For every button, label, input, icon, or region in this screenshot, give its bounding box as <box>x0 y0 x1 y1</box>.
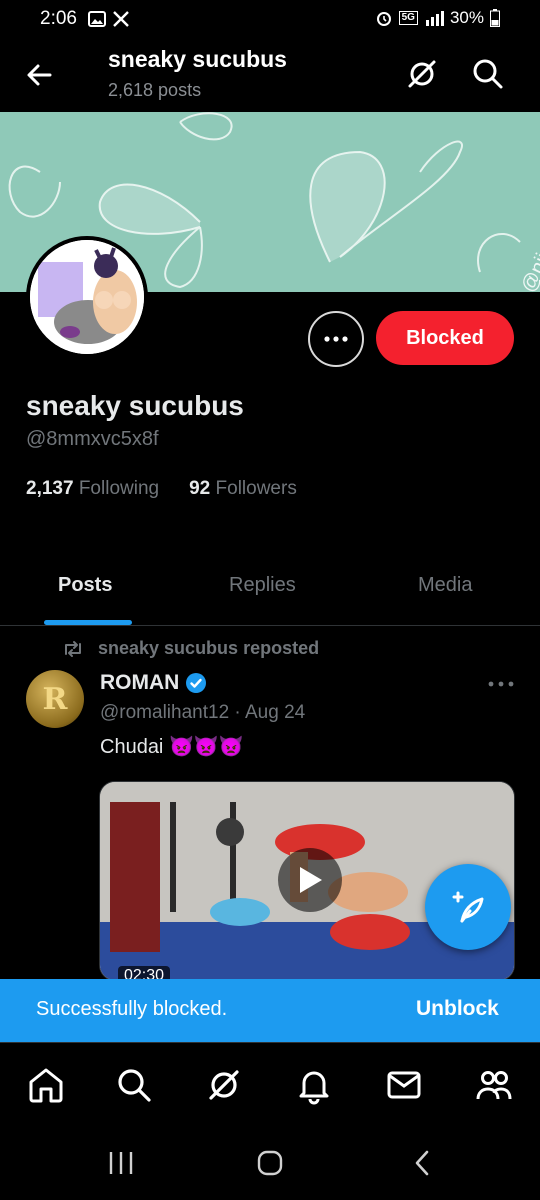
x-logo-icon <box>113 11 129 27</box>
post-more-icon[interactable] <box>486 674 516 694</box>
profile-avatar[interactable] <box>26 236 148 358</box>
status-right: 5G 30% <box>375 8 500 28</box>
repost-text: sneaky sucubus reposted <box>98 638 320 658</box>
messages-icon[interactable] <box>384 1065 424 1105</box>
post-meta: @romalihant12 · Aug 24 <box>100 702 305 724</box>
post-author-avatar[interactable]: R <box>26 670 84 728</box>
followers-link[interactable]: 92 Followers <box>189 478 297 500</box>
profile-display-name: sneaky sucubus <box>26 390 244 421</box>
nav-grok-icon[interactable] <box>204 1065 244 1105</box>
tab-replies[interactable]: Replies <box>229 574 296 597</box>
grok-icon[interactable] <box>404 56 440 92</box>
tab-media[interactable]: Media <box>418 574 472 597</box>
communities-icon[interactable] <box>474 1065 514 1105</box>
post-handle[interactable]: @romalihant12 <box>100 702 229 723</box>
status-time: 2:06 <box>40 8 77 29</box>
home-icon[interactable] <box>26 1065 66 1105</box>
post-author-name: ROMAN <box>100 671 180 694</box>
nav-search-icon[interactable] <box>114 1065 154 1105</box>
profile-header: sneaky sucubus 2,618 posts <box>0 36 540 112</box>
verified-badge-icon <box>186 673 207 693</box>
profile-tabs: Posts Replies Media <box>0 560 540 626</box>
repost-indicator: sneaky sucubus reposted <box>62 638 319 659</box>
battery-percent: 30% <box>449 8 484 27</box>
following-link[interactable]: 2,137 Following <box>26 478 159 500</box>
following-label: Following <box>78 478 160 499</box>
snackbar: Successfully blocked. Unblock <box>0 979 540 1042</box>
status-bar: 2:06 5G 30% <box>0 0 540 36</box>
back-arrow-icon[interactable] <box>22 58 56 92</box>
header-post-count: 2,618 posts <box>108 80 202 100</box>
network-label: 5G <box>398 11 418 25</box>
compose-feather-icon <box>452 891 484 923</box>
play-button[interactable] <box>278 848 342 912</box>
alarm-icon <box>376 12 391 26</box>
notifications-icon[interactable] <box>294 1065 334 1105</box>
more-options-button[interactable] <box>308 311 364 367</box>
signal-icon <box>425 11 444 26</box>
back-nav-icon[interactable] <box>406 1146 440 1180</box>
blocked-button[interactable]: Blocked <box>376 311 514 365</box>
active-tab-indicator <box>44 620 132 625</box>
home-button-icon[interactable] <box>253 1146 287 1180</box>
following-count: 2,137 <box>26 478 74 499</box>
post-text: Chudai 👿👿👿 <box>100 734 244 759</box>
meta-separator: · <box>234 702 241 723</box>
tab-posts[interactable]: Posts <box>58 574 112 597</box>
compose-fab[interactable] <box>425 864 511 950</box>
more-dots-icon <box>324 336 348 342</box>
post-emojis: 👿👿👿 <box>168 734 244 758</box>
header-title: sneaky sucubus <box>108 46 287 72</box>
post-author[interactable]: ROMAN <box>100 671 207 695</box>
play-icon <box>300 867 322 893</box>
repost-icon <box>65 640 81 657</box>
gallery-icon <box>88 11 106 27</box>
post-text-content: Chudai <box>100 736 164 758</box>
recent-apps-icon[interactable] <box>104 1146 138 1180</box>
bottom-nav <box>0 1042 540 1128</box>
followers-count: 92 <box>189 478 211 499</box>
search-icon[interactable] <box>470 56 506 92</box>
system-nav <box>0 1128 540 1200</box>
snackbar-message: Successfully blocked. <box>36 998 228 1020</box>
followers-label: Followers <box>215 478 297 499</box>
unblock-button[interactable]: Unblock <box>416 997 499 1021</box>
profile-handle: @8mmxvc5x8f <box>26 428 159 450</box>
post-date[interactable]: Aug 24 <box>245 702 305 723</box>
follow-stats: 2,137 Following 92 Followers <box>26 478 297 500</box>
battery-icon <box>490 9 500 27</box>
avatar-image <box>30 240 144 354</box>
avatar-letter-icon: R <box>42 681 68 717</box>
status-left-icons <box>88 10 130 28</box>
